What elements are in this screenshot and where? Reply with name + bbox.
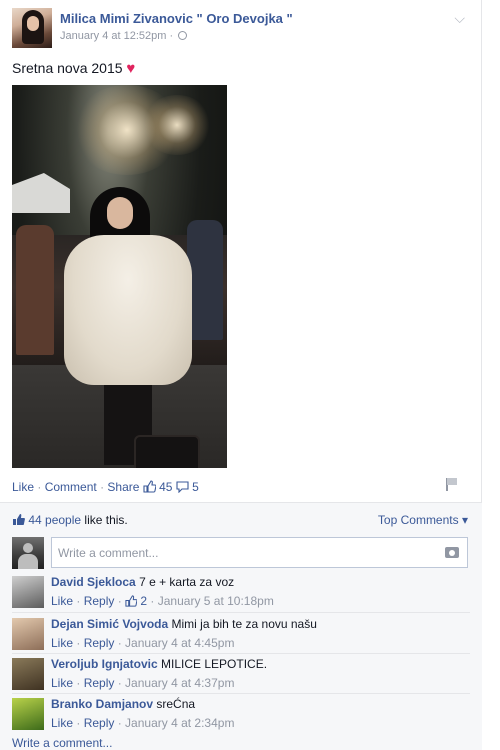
like-count[interactable]: 45: [159, 480, 172, 494]
meta-separator: ·: [169, 30, 177, 42]
comment-item: Dejan Simić Vojvoda Mimi ja bih te za no…: [12, 615, 470, 653]
author-name[interactable]: Milica Mimi Zivanovic " Oro Devojka ": [60, 11, 293, 26]
share-link[interactable]: Share: [107, 480, 139, 494]
commenter-avatar[interactable]: [12, 658, 44, 690]
comment-actions: Like · Reply · January 4 at 4:45pm: [51, 636, 235, 650]
comment-reply-link[interactable]: Reply: [84, 594, 115, 608]
comment-body: David Sjekloca 7 e + karta za voz: [51, 575, 234, 589]
comment-reply-link[interactable]: Reply: [84, 676, 115, 690]
write-comment-link[interactable]: Write a comment...: [12, 736, 112, 750]
comment-actions: Like · Reply · 2 · January 5 at 10:18pm: [51, 594, 274, 608]
commenter-avatar[interactable]: [12, 576, 44, 608]
commenter-name[interactable]: Veroljub Ignjatovic: [51, 657, 158, 671]
comment-timestamp[interactable]: January 5 at 10:18pm: [158, 594, 274, 608]
comment-timestamp[interactable]: January 4 at 4:45pm: [125, 636, 234, 650]
post-message-text: Sretna nova 2015: [12, 60, 123, 76]
globe-icon: [178, 31, 188, 40]
background-person: [187, 220, 223, 340]
post-header: Milica Mimi Zivanovic " Oro Devojka " Ja…: [12, 8, 469, 48]
current-user-avatar: [12, 537, 44, 569]
post-footer: 44 people like this. Top Comments ▾ Writ…: [0, 502, 482, 750]
comment-actions: Like · Reply · January 4 at 2:34pm: [51, 716, 235, 730]
comment-divider: [12, 612, 470, 613]
firework-glow: [142, 95, 212, 155]
comment-body: Veroljub Ignjatovic MILICE LEPOTICE.: [51, 657, 267, 671]
flag-icon[interactable]: [446, 478, 458, 491]
avatar-head: [23, 543, 33, 553]
top-comments-dropdown[interactable]: Top Comments ▾: [378, 513, 468, 527]
comment-like-link[interactable]: Like: [51, 594, 73, 608]
comment-timestamp[interactable]: January 4 at 2:34pm: [125, 716, 234, 730]
comment-item: David Sjekloca 7 e + karta za voz Like ·…: [12, 573, 470, 611]
comment-timestamp[interactable]: January 4 at 4:37pm: [125, 676, 234, 690]
commenter-avatar[interactable]: [12, 618, 44, 650]
commenter-name[interactable]: Dejan Simić Vojvoda: [51, 617, 168, 631]
comment-link[interactable]: Comment: [45, 480, 97, 494]
thumbs-up-icon: [13, 514, 25, 525]
comment-placeholder: Write a comment...: [58, 546, 159, 560]
fur-coat: [64, 235, 192, 385]
comment-count[interactable]: 5: [192, 480, 199, 494]
woman-face: [107, 197, 133, 229]
commenter-name[interactable]: Branko Damjanov: [51, 697, 153, 711]
thumbs-up-icon[interactable]: [143, 480, 156, 493]
caret-down-icon: ▾: [461, 513, 468, 527]
comment-text: 7 e + karta za voz: [139, 575, 235, 589]
comment-like-count[interactable]: 2: [140, 594, 147, 608]
comment-item: Veroljub Ignjatovic MILICE LEPOTICE. Lik…: [12, 655, 470, 693]
comment-reply-link[interactable]: Reply: [84, 716, 115, 730]
comment-bubble-icon[interactable]: [176, 481, 189, 493]
comment-text: sreĆna: [156, 697, 196, 711]
avatar-face: [27, 16, 39, 31]
post-timestamp[interactable]: January 4 at 12:52pm: [60, 30, 166, 42]
likes-summary: 44 people like this.: [12, 513, 128, 527]
tent-roof: [12, 173, 70, 213]
comment-input[interactable]: Write a comment...: [51, 537, 468, 568]
flag-cloth: [447, 478, 457, 485]
comment-text: Mimi ja bih te za novu našu: [171, 617, 317, 631]
comment-body: Branko Damjanov sreĆna: [51, 697, 195, 711]
top-comments-label: Top Comments: [377, 513, 459, 527]
post-meta: January 4 at 12:52pm ·: [60, 30, 188, 42]
author-avatar[interactable]: [12, 8, 52, 48]
commenter-avatar[interactable]: [12, 698, 44, 730]
commenter-name[interactable]: David Sjekloca: [51, 575, 136, 589]
post-photo[interactable]: [12, 85, 227, 468]
comment-divider: [12, 693, 470, 694]
comment-divider: [12, 653, 470, 654]
likes-count-link[interactable]: 44 people: [28, 513, 81, 527]
chevron-down-icon[interactable]: ⌵: [454, 10, 465, 27]
comment-actions: Like · Reply · January 4 at 4:37pm: [51, 676, 235, 690]
comment-like-link[interactable]: Like: [51, 716, 73, 730]
comment-text: MILICE LEPOTICE.: [161, 657, 268, 671]
avatar-body: [18, 554, 38, 569]
post-card: Milica Mimi Zivanovic " Oro Devojka " Ja…: [0, 0, 482, 750]
comment-like-link[interactable]: Like: [51, 676, 73, 690]
camera-icon[interactable]: [445, 547, 459, 558]
post-message: Sretna nova 2015 ♥: [12, 60, 135, 77]
comment-body: Dejan Simić Vojvoda Mimi ja bih te za no…: [51, 617, 317, 631]
heart-icon: ♥: [126, 60, 136, 77]
action-separator: ·: [37, 480, 45, 494]
thumbs-up-icon: [125, 595, 138, 607]
handbag: [134, 435, 200, 468]
likes-suffix: like this.: [84, 513, 128, 527]
like-link[interactable]: Like: [12, 480, 34, 494]
comment-reply-link[interactable]: Reply: [84, 636, 115, 650]
post-actions: Like · Comment · Share 45 5: [12, 480, 199, 494]
background-person: [16, 225, 54, 355]
comment-item: Branko Damjanov sreĆna Like · Reply · Ja…: [12, 695, 470, 733]
comment-like-link[interactable]: Like: [51, 636, 73, 650]
